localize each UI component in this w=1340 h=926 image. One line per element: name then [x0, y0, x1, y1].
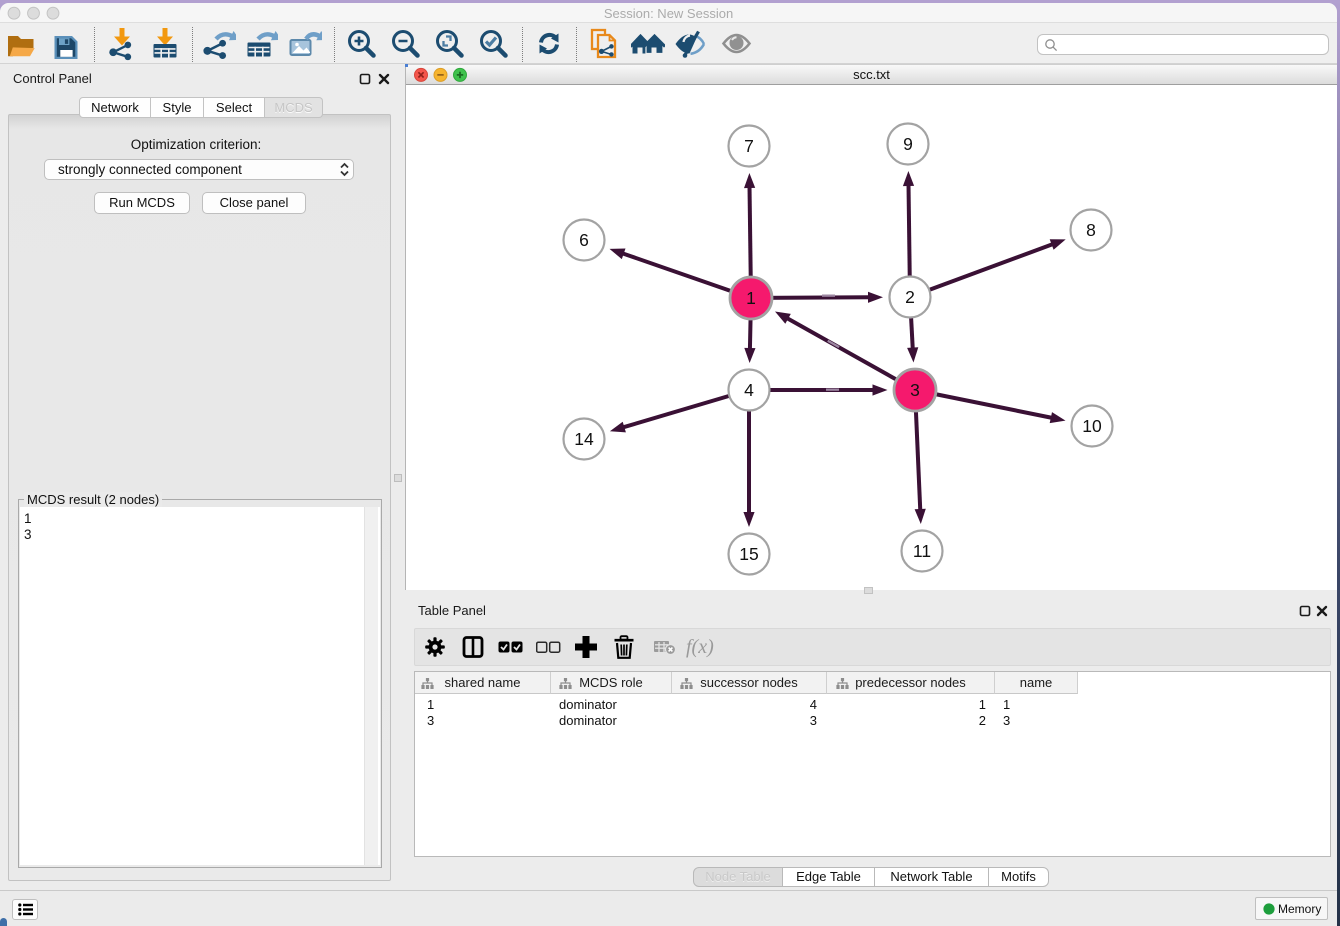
- svg-text:15: 15: [739, 544, 758, 564]
- svg-text:4: 4: [744, 380, 754, 400]
- svg-text:10: 10: [1082, 416, 1102, 436]
- svg-text:2: 2: [905, 287, 915, 307]
- svg-text:7: 7: [744, 136, 754, 156]
- svg-text:8: 8: [1086, 220, 1096, 240]
- svg-text:14: 14: [574, 429, 594, 449]
- svg-text:6: 6: [579, 230, 589, 250]
- svg-text:3: 3: [910, 380, 920, 400]
- svg-text:11: 11: [913, 541, 931, 561]
- svg-text:9: 9: [903, 134, 913, 154]
- svg-text:1: 1: [746, 288, 756, 308]
